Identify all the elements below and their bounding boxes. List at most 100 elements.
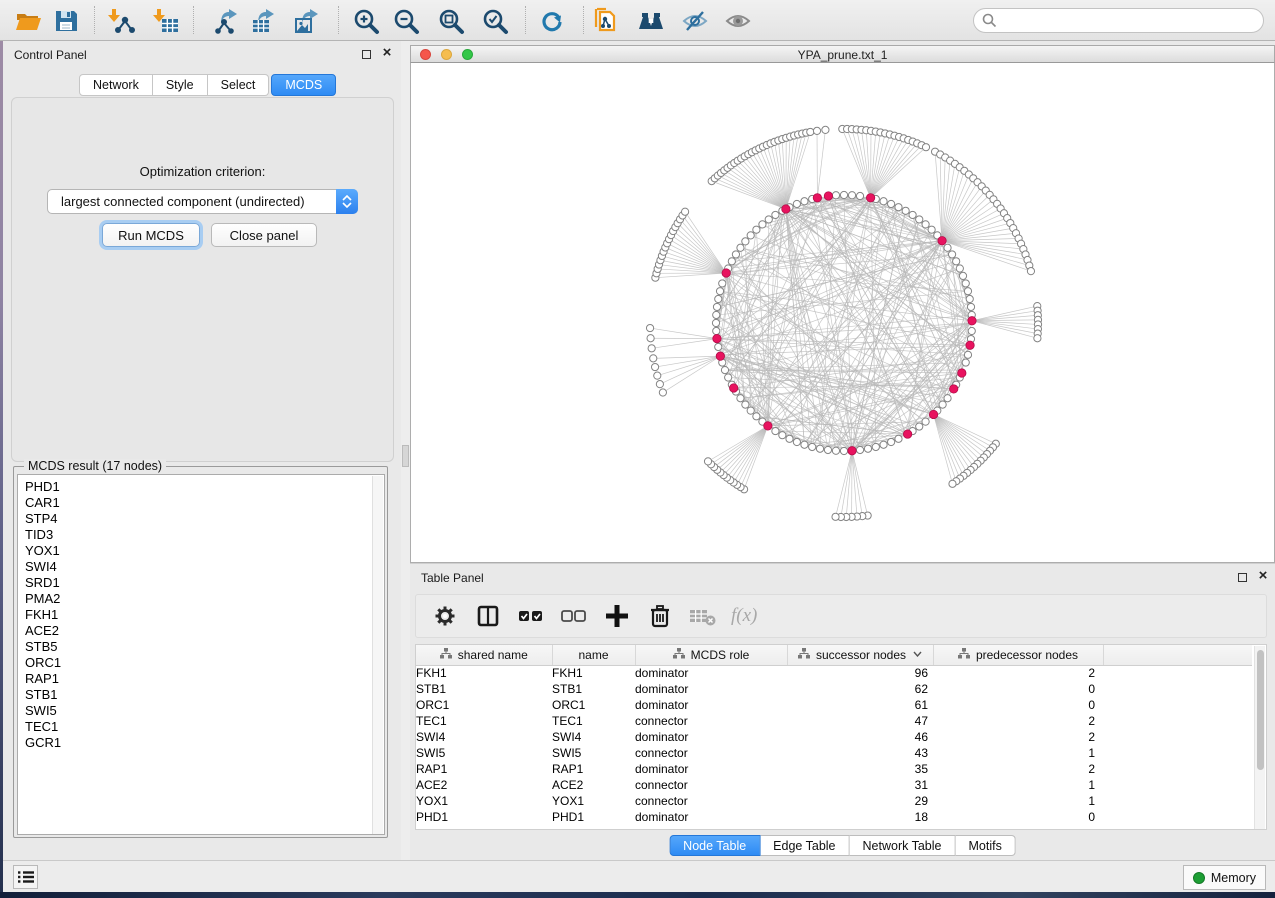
network-leaf-node[interactable]: [681, 208, 688, 215]
mcds-result-item[interactable]: CAR1: [25, 495, 384, 511]
mcds-result-item[interactable]: ORC1: [25, 655, 384, 671]
mcds-result-item[interactable]: SRD1: [25, 575, 384, 591]
mcds-result-item[interactable]: PHD1: [25, 479, 384, 495]
table-scrollbar[interactable]: [1254, 646, 1265, 830]
maximize-window-icon[interactable]: [462, 49, 473, 60]
network-hub-node[interactable]: [764, 422, 772, 430]
network-node[interactable]: [967, 303, 974, 310]
network-hub-node[interactable]: [958, 369, 966, 377]
network-leaf-node[interactable]: [648, 345, 655, 352]
tab-edge-table[interactable]: Edge Table: [760, 835, 849, 856]
network-node[interactable]: [742, 238, 749, 245]
network-leaf-node[interactable]: [822, 126, 829, 133]
network-leaf-node[interactable]: [646, 324, 653, 331]
network-view[interactable]: [410, 63, 1275, 563]
gear-icon[interactable]: [430, 601, 460, 631]
import-table-icon[interactable]: [151, 6, 181, 36]
add-column-icon[interactable]: [602, 601, 632, 631]
network-node[interactable]: [737, 244, 744, 251]
export-image-icon[interactable]: [291, 6, 321, 36]
network-node[interactable]: [772, 211, 779, 218]
column-header-name[interactable]: name: [552, 645, 635, 665]
table-row[interactable]: PHD1PHD1dominator180: [416, 809, 1252, 825]
network-node[interactable]: [840, 191, 847, 198]
table-row[interactable]: FKH1FKH1dominator962: [416, 665, 1252, 681]
network-leaf-node[interactable]: [922, 144, 929, 151]
network-node[interactable]: [968, 327, 975, 334]
table-row[interactable]: YOX1YOX1connector291: [416, 793, 1252, 809]
delete-columns-trash-icon[interactable]: [645, 601, 675, 631]
network-hub-node[interactable]: [722, 269, 730, 277]
show-all-eye-icon[interactable]: [723, 6, 753, 36]
column-header-shared-name[interactable]: shared name: [416, 645, 552, 665]
save-icon[interactable]: [51, 6, 81, 36]
zoom-out-icon[interactable]: [391, 6, 421, 36]
zoom-fit-icon[interactable]: [436, 6, 466, 36]
network-hub-node[interactable]: [929, 410, 937, 418]
network-hub-node[interactable]: [938, 237, 946, 245]
network-node[interactable]: [753, 226, 760, 233]
hide-selected-eye-slash-icon[interactable]: [680, 6, 710, 36]
network-node[interactable]: [732, 251, 739, 258]
network-hub-node[interactable]: [950, 385, 958, 393]
network-node[interactable]: [895, 204, 902, 211]
network-node[interactable]: [765, 216, 772, 223]
open-folder-icon[interactable]: [13, 6, 43, 36]
close-panel-icon[interactable]: ×: [380, 44, 394, 62]
mcds-result-item[interactable]: STB1: [25, 687, 384, 703]
network-node[interactable]: [939, 401, 946, 408]
import-network-icon[interactable]: [106, 6, 136, 36]
mcds-result-item[interactable]: TEC1: [25, 719, 384, 735]
refresh-layout-icon[interactable]: [536, 6, 566, 36]
split-columns-icon[interactable]: [473, 601, 503, 631]
network-node[interactable]: [772, 427, 779, 434]
network-node[interactable]: [832, 192, 839, 199]
search-binoculars-icon[interactable]: [636, 6, 666, 36]
network-node[interactable]: [888, 200, 895, 207]
network-hub-node[interactable]: [824, 192, 832, 200]
clone-network-icon[interactable]: [591, 6, 621, 36]
table-row[interactable]: TEC1TEC1connector472: [416, 713, 1252, 729]
table-row[interactable]: SWI4SWI4dominator462: [416, 729, 1252, 745]
close-window-icon[interactable]: [420, 49, 431, 60]
mcds-result-list[interactable]: PHD1CAR1STP4TID3YOX1SWI4SRD1PMA2FKH1ACE2…: [17, 474, 385, 835]
zoom-selected-icon[interactable]: [480, 6, 510, 36]
network-node[interactable]: [715, 343, 722, 350]
network-node[interactable]: [895, 435, 902, 442]
scrollbar-thumb[interactable]: [1257, 650, 1264, 770]
table-row[interactable]: SWI5SWI5connector431: [416, 745, 1252, 761]
network-leaf-node[interactable]: [647, 335, 654, 342]
network-node[interactable]: [715, 295, 722, 302]
network-node[interactable]: [928, 226, 935, 233]
minimize-window-icon[interactable]: [441, 49, 452, 60]
tab-node-table[interactable]: Node Table: [669, 835, 760, 856]
network-hub-node[interactable]: [903, 430, 911, 438]
network-node[interactable]: [964, 351, 971, 358]
network-node[interactable]: [916, 423, 923, 430]
search-input[interactable]: [1002, 14, 1255, 28]
export-table-icon[interactable]: [248, 6, 278, 36]
mcds-result-item[interactable]: ACE2: [25, 623, 384, 639]
mcds-result-item[interactable]: FKH1: [25, 607, 384, 623]
mcds-result-item[interactable]: STB5: [25, 639, 384, 655]
close-panel-icon[interactable]: ×: [1256, 567, 1270, 585]
network-node[interactable]: [909, 211, 916, 218]
network-leaf-node[interactable]: [807, 128, 814, 135]
network-node[interactable]: [864, 445, 871, 452]
network-hub-node[interactable]: [813, 194, 821, 202]
network-leaf-node[interactable]: [659, 389, 666, 396]
network-node[interactable]: [713, 311, 720, 318]
network-node[interactable]: [964, 288, 971, 295]
table-row[interactable]: ORC1ORC1dominator610: [416, 697, 1252, 713]
mcds-result-item[interactable]: RAP1: [25, 671, 384, 687]
export-network-icon[interactable]: [211, 6, 241, 36]
table-row[interactable]: STB1STB1dominator620: [416, 681, 1252, 697]
mcds-result-item[interactable]: GCR1: [25, 735, 384, 751]
network-node[interactable]: [922, 418, 929, 425]
task-history-button[interactable]: [13, 865, 38, 889]
network-node[interactable]: [832, 447, 839, 454]
network-node[interactable]: [962, 280, 969, 287]
network-leaf-node[interactable]: [1034, 335, 1041, 342]
panel-splitter[interactable]: [401, 41, 410, 860]
network-node[interactable]: [742, 401, 749, 408]
